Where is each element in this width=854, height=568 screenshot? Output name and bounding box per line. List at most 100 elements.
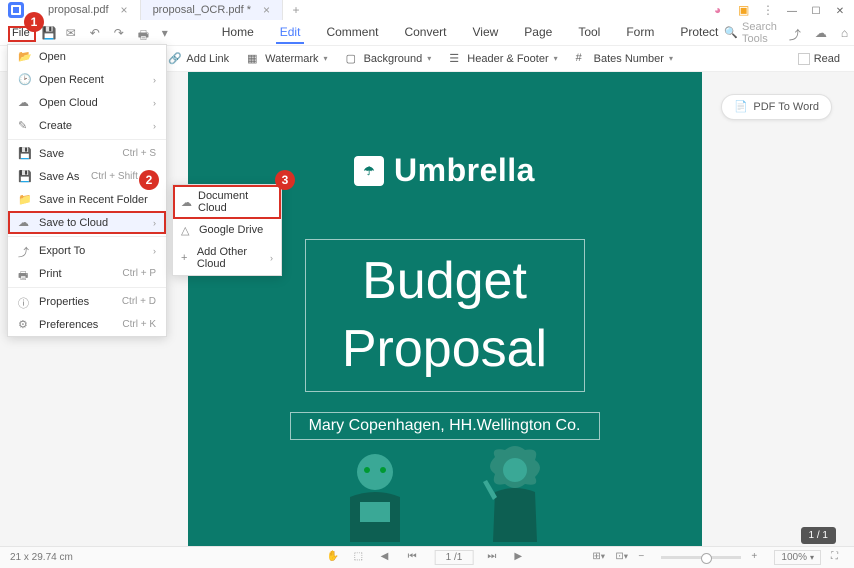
hand-tool-icon[interactable]: ✋ <box>327 551 340 564</box>
tab-proposal-ocr[interactable]: proposal_OCR.pdf * × <box>141 0 283 20</box>
share-icon[interactable]: ⤴ <box>789 26 803 40</box>
fullscreen-icon[interactable]: ⛶ <box>831 551 844 564</box>
file-menu-open-cloud[interactable]: ☁Open Cloud› <box>8 91 166 114</box>
submenu-google-drive[interactable]: △Google Drive <box>173 219 281 241</box>
tool-bates-number[interactable]: #Bates Number▾ <box>570 50 679 68</box>
print-icon[interactable]: 🖶 <box>138 26 152 40</box>
menu-form[interactable]: Form <box>622 22 658 44</box>
chevron-right-icon: › <box>153 121 156 131</box>
app-icon[interactable] <box>8 2 24 18</box>
chevron-down-icon: ▾ <box>669 54 673 63</box>
prev-page-icon[interactable]: ◀ <box>381 551 394 564</box>
save-icon: 💾 <box>18 147 31 160</box>
save-to-cloud-submenu: ☁Document Cloud △Google Drive +Add Other… <box>172 184 282 276</box>
chevron-down-icon: ▾ <box>427 54 431 63</box>
first-page-icon[interactable]: ⏮ <box>408 551 421 564</box>
close-icon[interactable]: × <box>121 3 128 17</box>
close-icon[interactable]: × <box>263 3 270 17</box>
person-left-illustration <box>325 442 425 542</box>
next-page-icon[interactable]: ▶ <box>514 551 527 564</box>
pdf-to-word-button[interactable]: 📄 PDF To Word <box>721 94 832 120</box>
annotation-3: 3 <box>275 170 295 190</box>
chevron-right-icon: › <box>153 246 156 256</box>
document-title-box[interactable]: Budget Proposal <box>305 239 585 392</box>
separator <box>8 287 166 288</box>
watermark-icon: ▦ <box>247 52 261 66</box>
file-menu-open[interactable]: 📂Open <box>8 45 166 68</box>
status-bar: 21 x 29.74 cm ✋ ⬚ ◀ ⏮ 1 /1 ⏭ ▶ ⊞▾ ⊡▾ − +… <box>0 546 854 568</box>
save-icon[interactable]: 💾 <box>42 26 56 40</box>
menu-page[interactable]: Page <box>520 22 556 44</box>
sync-icon[interactable]: ◕ <box>714 3 728 17</box>
page-number-input[interactable]: 1 /1 <box>435 550 474 565</box>
document-subtitle-box[interactable]: Mary Copenhagen, HH.Wellington Co. <box>290 412 600 440</box>
select-tool-icon[interactable]: ⬚ <box>354 551 367 564</box>
tool-read[interactable]: Read <box>792 51 846 67</box>
tool-header-footer[interactable]: ☰Header & Footer▾ <box>443 50 563 68</box>
menu-home[interactable]: Home <box>218 22 258 44</box>
zoom-slider[interactable] <box>661 556 741 559</box>
page-indicator: 1 / 1 <box>801 527 836 544</box>
file-menu-export-to[interactable]: ⤴Export To› <box>8 239 166 262</box>
link-icon: 🔗 <box>168 52 182 66</box>
tool-background[interactable]: ▢Background▾ <box>340 50 438 68</box>
recent-icon: 🕑 <box>18 73 31 86</box>
properties-icon: ⓘ <box>18 295 31 308</box>
notification-icon[interactable]: ▣ <box>738 3 752 17</box>
file-menu-dropdown: 📂Open 🕑Open Recent› ☁Open Cloud› ✎Create… <box>7 44 167 337</box>
cloud-icon[interactable]: ☁ <box>815 26 829 40</box>
file-menu-print[interactable]: 🖶PrintCtrl + P <box>8 262 166 285</box>
search-tools-input[interactable]: 🔍 Search Tools <box>724 21 777 45</box>
file-menu-create[interactable]: ✎Create› <box>8 114 166 137</box>
add-tab-button[interactable]: + <box>287 1 305 19</box>
file-menu-save-to-cloud[interactable]: ☁Save to Cloud› <box>8 211 166 234</box>
undo-icon[interactable]: ↶ <box>90 26 104 40</box>
zoom-in-icon[interactable]: + <box>751 551 764 564</box>
file-menu-save-recent-folder[interactable]: 📁Save in Recent Folder <box>8 188 166 211</box>
title-line-2: Proposal <box>310 316 580 384</box>
submenu-add-other-cloud[interactable]: +Add Other Cloud› <box>173 241 281 275</box>
file-menu-save[interactable]: 💾SaveCtrl + S <box>8 142 166 165</box>
tool-watermark[interactable]: ▦Watermark▾ <box>241 50 333 68</box>
menu-bar: File 💾 ✉ ↶ ↷ 🖶 ▾ Home Edit Comment Conve… <box>0 20 854 46</box>
file-menu-open-recent[interactable]: 🕑Open Recent› <box>8 68 166 91</box>
submenu-document-cloud[interactable]: ☁Document Cloud <box>173 185 281 219</box>
minimize-button[interactable]: — <box>780 2 804 20</box>
tool-add-link[interactable]: 🔗Add Link <box>162 50 235 68</box>
separator <box>8 236 166 237</box>
mail-icon[interactable]: ✉ <box>66 26 80 40</box>
menu-convert[interactable]: Convert <box>400 22 450 44</box>
more-icon[interactable]: ⋮ <box>762 3 776 17</box>
file-menu-properties[interactable]: ⓘPropertiesCtrl + D <box>8 290 166 313</box>
menu-edit[interactable]: Edit <box>276 22 305 44</box>
chevron-right-icon: › <box>153 98 156 108</box>
redo-icon[interactable]: ↷ <box>114 26 128 40</box>
window-controls: — ☐ ✕ <box>780 2 852 20</box>
last-page-icon[interactable]: ⏭ <box>487 551 500 564</box>
zoom-value[interactable]: 100%▾ <box>774 550 821 565</box>
background-icon: ▢ <box>346 52 360 66</box>
open-icon: 📂 <box>18 50 31 63</box>
chevron-down-icon[interactable]: ▾ <box>162 26 176 40</box>
chevron-right-icon: › <box>270 253 273 263</box>
maximize-button[interactable]: ☐ <box>804 2 828 20</box>
export-icon: ⤴ <box>18 244 31 257</box>
fit-icon[interactable]: ⊡▾ <box>615 551 628 564</box>
create-icon: ✎ <box>18 119 31 132</box>
title-line-1: Budget <box>310 248 580 316</box>
menu-tool[interactable]: Tool <box>574 22 604 44</box>
chevron-right-icon: › <box>153 75 156 85</box>
illustration <box>188 442 702 542</box>
home-icon[interactable]: ⌂ <box>841 26 854 40</box>
file-menu-preferences[interactable]: ⚙PreferencesCtrl + K <box>8 313 166 336</box>
tab-label: proposal.pdf <box>48 4 109 16</box>
cloud-icon: ☁ <box>181 196 192 208</box>
print-icon: 🖶 <box>18 267 31 280</box>
menu-comment[interactable]: Comment <box>322 22 382 44</box>
menu-view[interactable]: View <box>468 22 502 44</box>
zoom-out-icon[interactable]: − <box>638 551 651 564</box>
close-button[interactable]: ✕ <box>828 2 852 20</box>
tab-proposal[interactable]: proposal.pdf × <box>36 0 141 20</box>
view-mode-icon[interactable]: ⊞▾ <box>592 551 605 564</box>
menu-protect[interactable]: Protect <box>676 22 722 44</box>
